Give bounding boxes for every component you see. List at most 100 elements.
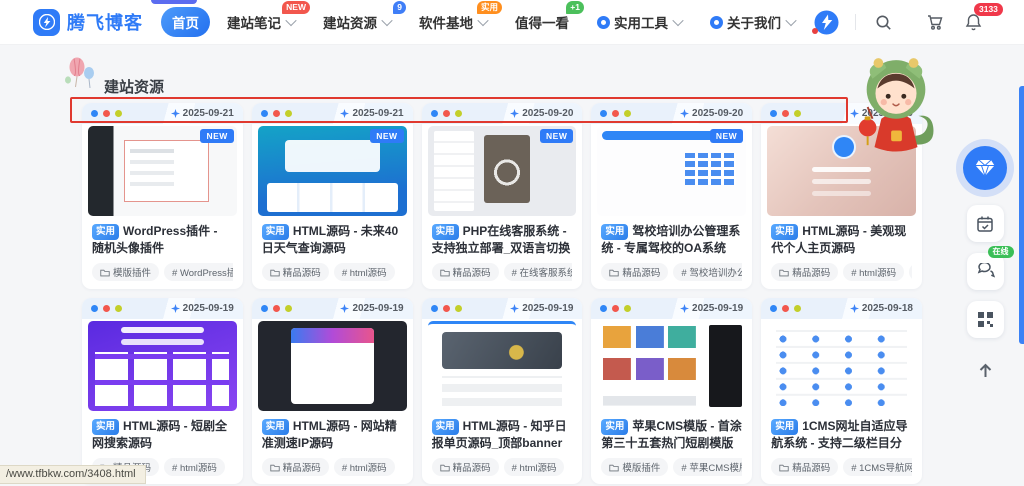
tag-pill[interactable]: # WordPress插件 [164,263,233,281]
card-date-wrap: 2025-09-19 [510,303,573,314]
new-badge: NEW [540,129,574,143]
tag-label: # html源码 [511,463,557,474]
tag-pill[interactable]: 精品源码 [771,458,839,476]
resource-card[interactable]: 2025-09-20 NEW 实用 驾校培训办公管理系统 - 专属驾校的OA系统 … [591,103,753,289]
active-tab-indicator [151,0,197,4]
section-title: 建站资源 [104,79,165,96]
resource-card[interactable]: 2025-09-20 NEW 实用 PHP在线客服系统 - 支持独立部署_双语言切… [421,103,583,289]
tag-pill[interactable]: 精品源码 [261,263,329,281]
tag-pill[interactable]: # 苹果CMS模版 [673,458,743,476]
category-folder-icon [779,464,789,471]
card-date-wrap: 2025-09-21 [340,108,404,119]
card-title[interactable]: 实用 HTML源码 - 短剧全网搜索源码 [92,418,233,453]
tag-pill[interactable]: 模版插件 [92,263,160,281]
window-dots-icon [91,110,122,117]
card-thumbnail [257,321,407,411]
info-circle-icon [710,15,723,29]
tag-pill[interactable]: # html源码 [333,458,395,476]
resource-card[interactable]: 2025-09-21 NEW 实用 HTML源码 - 未来40日天气查询源码 精品… [251,103,413,289]
useful-badge: 实用 [771,419,799,435]
nav-item-建站资源[interactable]: 建站资源 9 [312,1,406,37]
card-date: 2025-09-20 [692,108,744,119]
chevron-down-icon [672,14,684,27]
scrollbar-thumb[interactable] [1019,86,1024,344]
signin-calendar-button[interactable] [966,205,1004,242]
resource-card[interactable]: 2025-09-20 实用 HTML源码 - 美观现代个人主页源码 精品源码 # … [761,103,922,289]
window-dots-icon [600,110,632,117]
nav-item-实用工具[interactable]: 实用工具 [586,7,693,37]
card-date: 2025-09-20 [861,108,913,119]
tag-pill[interactable]: 模版插件 [601,458,669,476]
card-tags: 精品源码 # 驾校培训办公管理系统 [601,263,743,282]
search-icon[interactable] [872,11,894,33]
nav-item-首页[interactable]: 首页 [161,7,210,37]
back-to-top-button[interactable] [967,355,1004,385]
sparkle-icon [680,109,690,118]
tag-pill[interactable]: 精品源码 [431,263,499,281]
tag-label: # 驾校培训办公管理系统 [681,268,743,279]
card-title[interactable]: 实用 PHP在线客服系统 - 支持独立部署_双语言切换 [431,223,573,258]
card-title[interactable]: 实用 HTML源码 - 美观现代个人主页源码 [771,223,912,258]
card-tags: 精品源码 # html源码 # 个人主页源码 [771,263,912,282]
vip-gem-button[interactable] [963,146,1007,190]
card-tags: 模版插件 # WordPress插件 [92,263,233,282]
tag-pill[interactable]: # html源码 [503,458,565,476]
card-title[interactable]: 实用 HTML源码 - 知乎日报单页源码_顶部banner [431,418,573,453]
card-body: 实用HTML源码 - 美观现代个人主页源码 精品源码 # html源码 # 个人… [761,216,922,289]
tag-pill[interactable]: # html源码 [164,458,225,476]
tag-pill[interactable]: # html源码 [843,263,905,281]
card-header: 2025-09-20 [591,103,753,124]
resource-card[interactable]: 2025-09-19 实用HTML源码 - 短剧全网搜索源码 精品源码 # ht… [82,298,243,484]
card-title[interactable]: 实用 HTML源码 - 网站精准测速IP源码 [261,418,403,453]
floating-toolbar: 在线 [960,146,1014,385]
cart-icon[interactable] [924,11,946,33]
nav-item-值得一看[interactable]: 值得一看 +1 [504,1,584,37]
card-thumbnail: NEW [427,126,577,216]
nav-item-badge: 9 [393,1,406,14]
card-title[interactable]: 实用 WordPress插件 - 随机头像插件 [92,223,233,258]
notification-bell-icon[interactable]: 3133 [962,3,1003,33]
tag-pill[interactable]: 精品源码 [771,263,839,281]
tag-pill[interactable]: # 1CMS导航网站程序 [843,458,912,476]
window-dots-icon [770,305,802,312]
navbar-actions: 3133 [812,3,1003,35]
useful-badge: 实用 [601,419,629,435]
tag-pill[interactable]: # 个人主页源码 [909,263,912,281]
resource-card-grid: 2025-09-21 NEW 实用 WordPress插件 - 随机头像插件 模版… [82,103,922,484]
resource-card[interactable]: 2025-09-19 实用 HTML源码 - 知乎日报单页源码_顶部banner … [421,298,583,484]
tag-pill[interactable]: # 驾校培训办公管理系统 [673,263,743,281]
card-header: 2025-09-21 [82,103,243,124]
nav-item-label: 实用工具 [614,16,668,31]
qrcode-button[interactable] [966,301,1004,338]
card-header: 2025-09-20 [421,103,583,124]
card-title[interactable]: 实用 HTML源码 - 未来40日天气查询源码 [261,223,403,258]
resource-card[interactable]: 2025-09-21 NEW 实用 WordPress插件 - 随机头像插件 模版… [82,103,243,289]
card-title[interactable]: 实用1CMS网址自适应导航系统 - 支持二级栏目分类 [771,418,912,453]
card-title[interactable]: 实用 苹果CMS模版 - 首涂第三十五套热门短剧模版 [601,418,742,453]
tag-pill[interactable]: # html源码 [333,263,395,281]
nav-item-label: 建站资源 [323,16,377,31]
tag-pill[interactable]: 精品源码 [431,458,499,476]
tag-pill[interactable]: 精品源码 [261,458,329,476]
site-logo[interactable]: 腾飞博客 [33,8,143,36]
card-body: 实用 PHP在线客服系统 - 支持独立部署_双语言切换 精品源码 # 在线客服系统… [422,216,583,289]
nav-item-关于我们[interactable]: 关于我们 [699,7,806,37]
card-tags: 精品源码 # html源码 [261,458,403,477]
chevron-down-icon [285,14,297,27]
resource-card[interactable]: 2025-09-18 实用1CMS网址自适应导航系统 - 支持二级栏目分类 精品… [761,298,922,484]
nav-item-label: 软件基地 [419,16,473,31]
tag-label: 精品源码 [792,463,831,474]
card-title[interactable]: 实用 驾校培训办公管理系统 - 专属驾校的OA系统 [601,223,742,258]
window-dots-icon [430,305,462,312]
tag-pill[interactable]: # 在线客服系统 [503,263,573,281]
nav-item-软件基地[interactable]: 软件基地 实用 [408,1,502,37]
resource-card[interactable]: 2025-09-19 实用 苹果CMS模版 - 首涂第三十五套热门短剧模版 模版插… [591,298,753,484]
user-avatar-logo[interactable] [812,10,839,35]
tag-pill[interactable]: 精品源码 [601,263,669,281]
card-date: 2025-09-19 [522,303,574,314]
resource-card[interactable]: 2025-09-19 实用 HTML源码 - 网站精准测速IP源码 精品源码 # … [251,298,413,484]
chat-support-button[interactable]: 在线 [966,246,1014,290]
card-body: 实用 苹果CMS模版 - 首涂第三十五套热门短剧模版 模版插件 # 苹果CMS模版… [591,411,752,484]
window-dots-icon [91,305,122,312]
nav-item-建站笔记[interactable]: 建站笔记 NEW [216,1,310,37]
